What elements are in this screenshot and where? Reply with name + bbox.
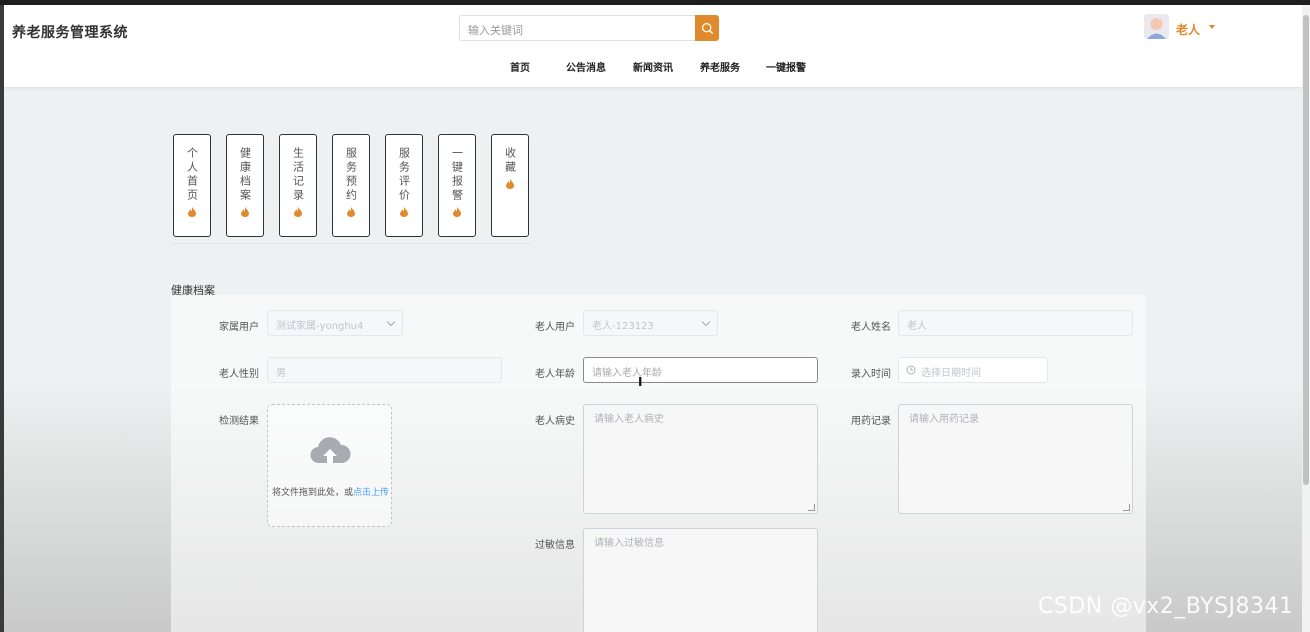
medication-record-placeholder: 请输入用药记录 — [909, 414, 979, 425]
family-user-label: 家属用户 — [219, 322, 259, 333]
flame-icon — [188, 207, 196, 217]
upload-hint: 将文件拖到此处，或点击上传 — [268, 485, 393, 498]
tab-service-booking[interactable]: 服务预约 — [332, 134, 370, 237]
medical-history-label: 老人病史 — [535, 416, 575, 427]
nav-alarm[interactable]: 一键报警 — [766, 59, 806, 74]
text-cursor-icon: I — [638, 375, 643, 389]
tab-label: 一键报警 — [450, 147, 464, 203]
tab-label: 服务预约 — [344, 147, 358, 203]
upload-hint-text: 将文件拖到此处，或 — [271, 488, 353, 498]
entry-time-label: 录入时间 — [851, 369, 891, 380]
caret-down-icon[interactable] — [1209, 25, 1215, 29]
user-name[interactable]: 老人 — [1176, 21, 1200, 38]
chevron-down-icon — [701, 317, 711, 327]
flame-icon — [241, 207, 249, 217]
flame-icon — [506, 179, 514, 189]
tab-label: 生活记录 — [291, 147, 305, 203]
tab-label: 个人首页 — [185, 147, 199, 203]
flame-icon — [294, 207, 302, 217]
page: 养老服务管理系统 输入关键词 老人 首页 公告消息 新闻资讯 养老服务 一键报警… — [4, 5, 1302, 632]
header: 养老服务管理系统 输入关键词 老人 首页 公告消息 新闻资讯 养老服务 一键报警 — [4, 5, 1302, 87]
entry-time-picker[interactable]: 选择日期时间 — [898, 357, 1048, 383]
watermark: CSDN @vx2_BYSJ8341 — [1038, 594, 1294, 619]
brand-title: 养老服务管理系统 — [12, 25, 128, 41]
search-button[interactable] — [695, 15, 719, 41]
nav-elder-services[interactable]: 养老服务 — [700, 59, 740, 74]
family-user-select[interactable]: 测试家属-yonghu4 — [267, 310, 403, 336]
scrollbar-thumb[interactable] — [1303, 15, 1309, 485]
test-result-label: 检测结果 — [219, 416, 259, 427]
search-icon — [701, 22, 713, 34]
elder-name-label: 老人姓名 — [851, 322, 891, 333]
tabs-divider — [171, 243, 531, 244]
allergy-info-textarea[interactable]: 请输入过敏信息 — [583, 528, 818, 632]
tab-label: 服务评价 — [397, 147, 411, 203]
tab-service-review[interactable]: 服务评价 — [385, 134, 423, 237]
elder-gender-label: 老人性别 — [219, 369, 259, 380]
tab-label: 健康档案 — [238, 147, 252, 203]
flame-icon — [400, 207, 408, 217]
nav-home[interactable]: 首页 — [510, 59, 530, 74]
resize-handle[interactable] — [1123, 504, 1130, 511]
tab-label: 收藏 — [503, 147, 517, 175]
flame-icon — [347, 207, 355, 217]
nav-notices[interactable]: 公告消息 — [566, 59, 606, 74]
file-upload-dropzone[interactable]: 将文件拖到此处，或点击上传 — [267, 404, 392, 527]
elder-age-label: 老人年龄 — [535, 369, 575, 380]
medication-record-label: 用药记录 — [851, 416, 891, 427]
flame-icon — [453, 207, 461, 217]
tab-favorites[interactable]: 收藏 — [491, 134, 529, 237]
elder-avatar-icon — [1144, 14, 1169, 39]
allergy-info-label: 过敏信息 — [535, 540, 575, 551]
page-scrollbar[interactable] — [1302, 5, 1310, 632]
click-upload-link[interactable]: 点击上传 — [353, 488, 389, 498]
elder-user-value: 老人-123123 — [592, 321, 654, 332]
entry-time-placeholder: 选择日期时间 — [921, 368, 981, 379]
elder-name-field[interactable]: 老人 — [898, 310, 1133, 336]
nav-news[interactable]: 新闻资讯 — [633, 59, 673, 74]
resize-handle[interactable] — [808, 504, 815, 511]
avatar[interactable] — [1144, 14, 1169, 39]
cloud-upload-icon — [310, 437, 351, 464]
tab-health-records[interactable]: 健康档案 — [226, 134, 264, 237]
tab-alarm[interactable]: 一键报警 — [438, 134, 476, 237]
elder-gender-field[interactable]: 男 — [267, 357, 502, 383]
elder-age-input[interactable]: 请输入老人年龄 — [583, 357, 818, 383]
elder-user-select[interactable]: 老人-123123 — [583, 310, 718, 336]
medication-record-textarea[interactable]: 请输入用药记录 — [898, 404, 1133, 514]
chevron-down-icon — [386, 317, 396, 327]
medical-history-textarea[interactable]: 请输入老人病史 — [583, 404, 818, 514]
allergy-info-placeholder: 请输入过敏信息 — [594, 538, 664, 549]
medical-history-placeholder: 请输入老人病史 — [594, 414, 664, 425]
tab-life-records[interactable]: 生活记录 — [279, 134, 317, 237]
elder-user-label: 老人用户 — [535, 322, 575, 333]
clock-icon — [906, 365, 916, 375]
family-user-value: 测试家属-yonghu4 — [276, 321, 364, 332]
tab-personal-home[interactable]: 个人首页 — [173, 134, 211, 237]
search-input[interactable]: 输入关键词 — [459, 15, 695, 41]
